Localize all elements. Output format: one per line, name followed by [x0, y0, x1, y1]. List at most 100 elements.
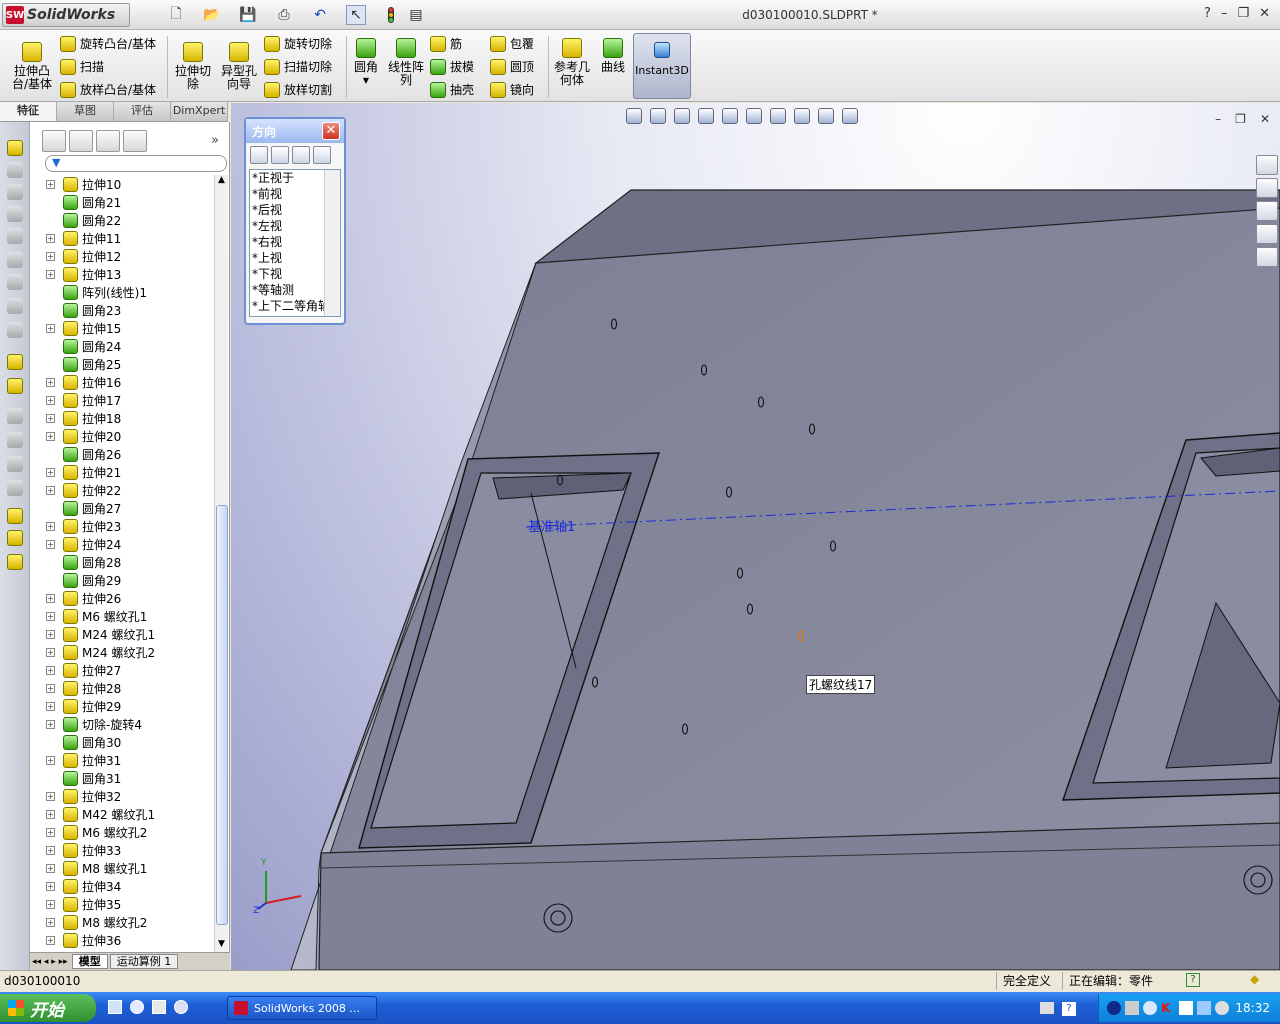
- expand-icon[interactable]: +: [46, 485, 55, 495]
- feature-tree-item[interactable]: + 拉伸31: [46, 751, 214, 769]
- feature-tree-scrollbar[interactable]: ▲ ▼: [214, 175, 228, 953]
- expand-icon[interactable]: +: [46, 377, 55, 387]
- feature-tree-item[interactable]: 阵列(线性)1: [46, 283, 214, 301]
- edit-appearance-icon[interactable]: [794, 108, 810, 124]
- expand-icon[interactable]: +: [46, 521, 55, 531]
- orientation-list-scrollbar[interactable]: [324, 170, 340, 316]
- tab-sketch[interactable]: 草图: [57, 102, 114, 121]
- dome-button[interactable]: 圆顶: [490, 58, 534, 75]
- sweep-button[interactable]: 扫描: [60, 58, 104, 75]
- feature-tree-item[interactable]: + 拉伸16: [46, 373, 214, 391]
- tray-app-icon[interactable]: [1179, 1001, 1193, 1015]
- feature-tree-item[interactable]: + 拉伸12: [46, 247, 214, 265]
- dimxpert-manager-tab-icon[interactable]: [123, 130, 147, 152]
- viewport-minimize-icon[interactable]: –: [1215, 112, 1221, 126]
- ie-icon[interactable]: [108, 1000, 122, 1014]
- reference-geometry-button[interactable]: 参考几 何体: [552, 38, 592, 87]
- linear-pattern-button[interactable]: 线性阵 列: [386, 38, 426, 87]
- scroll-up-icon[interactable]: ▲: [215, 175, 228, 189]
- zoom-to-area-icon[interactable]: [650, 108, 666, 124]
- feature-tree-item[interactable]: + 拉伸23: [46, 517, 214, 535]
- feature-tree-item[interactable]: + 拉伸17: [46, 391, 214, 409]
- expand-icon[interactable]: +: [46, 539, 55, 549]
- feature-tree-item[interactable]: + 拉伸28: [46, 679, 214, 697]
- feature-tree-item[interactable]: + 拉伸18: [46, 409, 214, 427]
- expand-icon[interactable]: +: [46, 593, 55, 603]
- view-orientation-icon[interactable]: [722, 108, 738, 124]
- taskbar-item-solidworks[interactable]: SolidWorks 2008 ...: [227, 996, 377, 1020]
- help-icon[interactable]: ?: [1204, 6, 1211, 21]
- section-view-icon[interactable]: [698, 108, 714, 124]
- feature-tree-item[interactable]: + 拉伸22: [46, 481, 214, 499]
- orientation-view-item[interactable]: *下视: [250, 266, 330, 282]
- expand-icon[interactable]: +: [46, 179, 55, 189]
- expand-icon[interactable]: +: [46, 827, 55, 837]
- instant3d-button[interactable]: Instant3D: [633, 33, 691, 99]
- feature-tree-item[interactable]: + M8 螺纹孔2: [46, 913, 214, 931]
- feature-tree-item[interactable]: 圆角30: [46, 733, 214, 751]
- expand-icon[interactable]: +: [46, 467, 55, 477]
- options-icon[interactable]: ▤: [406, 5, 426, 25]
- orientation-view-item[interactable]: *等轴测: [250, 282, 330, 298]
- feature-icon[interactable]: [7, 252, 23, 268]
- feature-tree-item[interactable]: + M8 螺纹孔1: [46, 859, 214, 877]
- print-icon[interactable]: ⎙: [274, 5, 294, 25]
- fillet-button[interactable]: 圆角 ▼: [350, 38, 382, 87]
- expand-icon[interactable]: +: [46, 233, 55, 243]
- settings-icon[interactable]: [174, 1000, 188, 1014]
- feature-tree-item[interactable]: + 拉伸34: [46, 877, 214, 895]
- tray-app-icon[interactable]: [1125, 1001, 1139, 1015]
- feature-tree-item[interactable]: + 拉伸10: [46, 175, 214, 193]
- feature-tree-item[interactable]: + 拉伸36: [46, 931, 214, 949]
- draft-button[interactable]: 拔模: [430, 58, 474, 75]
- status-help-icon[interactable]: ?: [1186, 973, 1200, 987]
- feature-tree-item[interactable]: 圆角21: [46, 193, 214, 211]
- feature-tree-item[interactable]: 圆角23: [46, 301, 214, 319]
- feature-tree-item[interactable]: + 拉伸26: [46, 589, 214, 607]
- feature-tree-item[interactable]: + 拉伸27: [46, 661, 214, 679]
- orientation-view-item[interactable]: *左视: [250, 218, 330, 234]
- rebuild-traffic-light-icon[interactable]: [384, 5, 398, 25]
- open-folder-icon[interactable]: 📂: [202, 5, 222, 25]
- orientation-view-item[interactable]: *后视: [250, 202, 330, 218]
- feature-tree-item[interactable]: 圆角31: [46, 769, 214, 787]
- expand-icon[interactable]: +: [46, 323, 55, 333]
- feature-tree-item[interactable]: + M6 螺纹孔2: [46, 823, 214, 841]
- feature-icon[interactable]: [7, 206, 23, 222]
- feature-icon[interactable]: [7, 530, 23, 546]
- new-view-icon[interactable]: [271, 146, 289, 164]
- help-tray-icon[interactable]: ?: [1062, 1002, 1076, 1016]
- feature-tree-item[interactable]: + 切除-旋转4: [46, 715, 214, 733]
- expand-icon[interactable]: +: [46, 899, 55, 909]
- hide-show-items-icon[interactable]: [770, 108, 786, 124]
- feature-tree-item[interactable]: + 拉伸21: [46, 463, 214, 481]
- tray-app-icon[interactable]: [1107, 1001, 1121, 1015]
- reset-views-icon[interactable]: [313, 146, 331, 164]
- graphics-area[interactable]: Y Z: [231, 103, 1280, 970]
- restore-icon[interactable]: ❐: [1237, 6, 1249, 21]
- property-manager-tab-icon[interactable]: [69, 130, 93, 152]
- feature-tree-item[interactable]: + M24 螺纹孔2: [46, 643, 214, 661]
- expand-icon[interactable]: +: [46, 701, 55, 711]
- loft-cut-button[interactable]: 放样切割: [264, 81, 332, 98]
- save-icon[interactable]: 💾: [238, 5, 258, 25]
- sweep-cut-button[interactable]: 扫描切除: [264, 58, 332, 75]
- revolve-cut-button[interactable]: 旋转切除: [264, 35, 332, 52]
- expand-icon[interactable]: +: [46, 719, 55, 729]
- feature-tree-item[interactable]: 圆角26: [46, 445, 214, 463]
- feature-tree-item[interactable]: 圆角24: [46, 337, 214, 355]
- configuration-manager-tab-icon[interactable]: [96, 130, 120, 152]
- expand-icon[interactable]: +: [46, 251, 55, 261]
- orientation-view-item[interactable]: *前视: [250, 186, 330, 202]
- tab-evaluate[interactable]: 评估: [114, 102, 171, 121]
- expand-icon[interactable]: +: [46, 791, 55, 801]
- feature-icon[interactable]: [7, 184, 23, 200]
- expand-icon[interactable]: +: [46, 413, 55, 423]
- feature-tree-item[interactable]: + 拉伸29: [46, 697, 214, 715]
- media-icon[interactable]: [130, 1000, 144, 1014]
- feature-tree-item[interactable]: + 拉伸11: [46, 229, 214, 247]
- close-icon[interactable]: ✕: [1259, 6, 1270, 21]
- extrude-boss-button[interactable]: 拉伸凸 台/基体: [10, 42, 54, 91]
- orientation-view-item[interactable]: *上下二等角轴: [250, 298, 330, 314]
- scroll-down-icon[interactable]: ▼: [215, 939, 228, 953]
